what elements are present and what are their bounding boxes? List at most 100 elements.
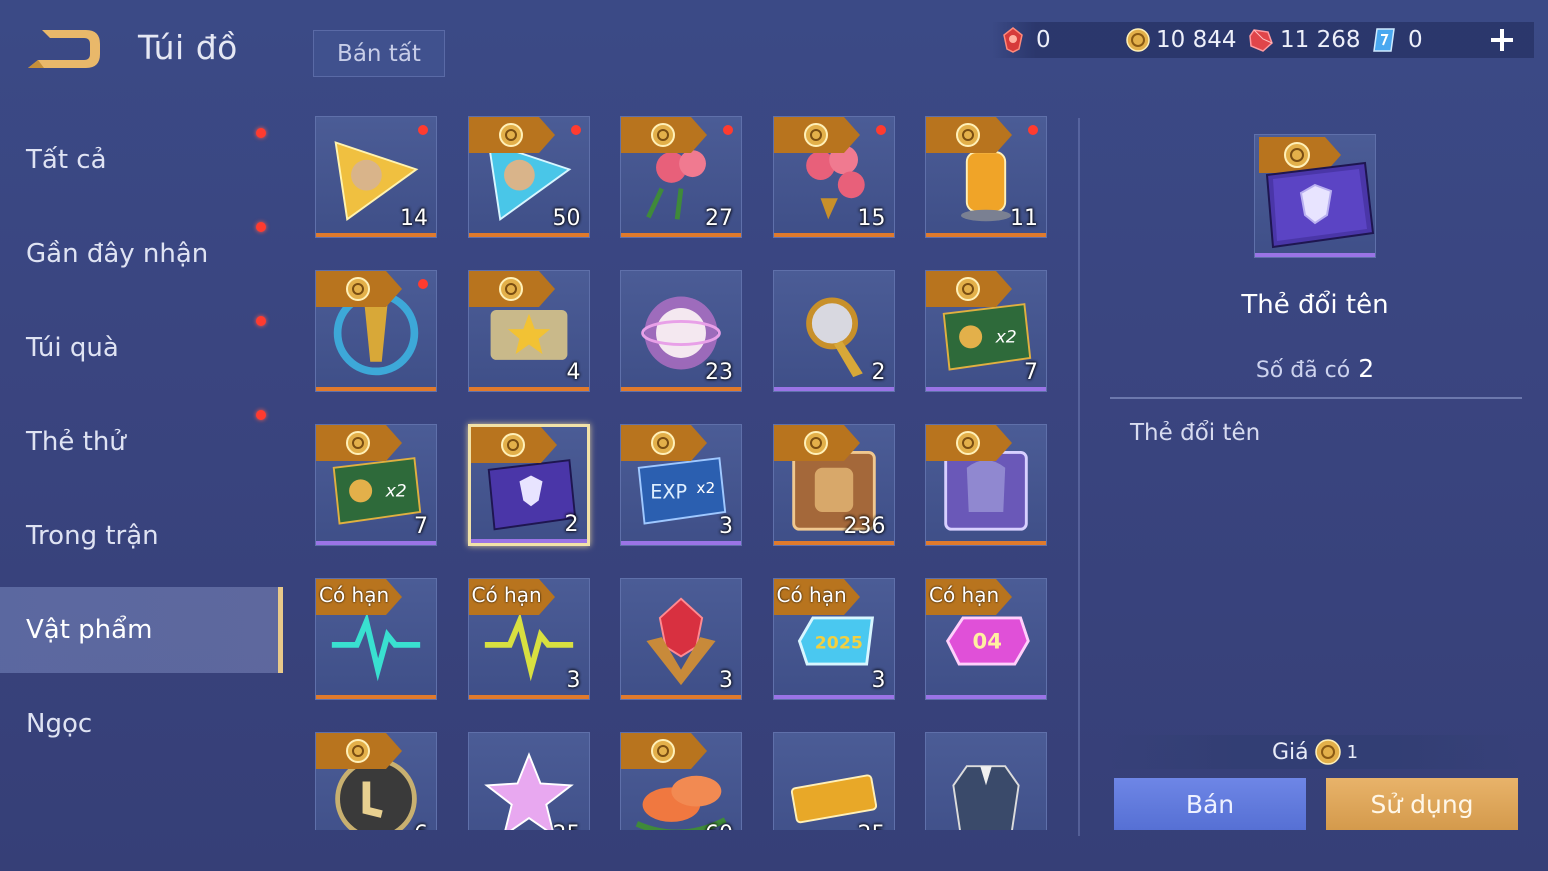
item-name: Thẻ đổi tên [1241,290,1389,320]
limited-badge-label: Có hạn [319,583,390,607]
sidebar-item-gems[interactable]: Ngọc [0,681,283,767]
owned-value: 2 [1358,354,1375,383]
sidebar-item-label: Túi quà [26,333,119,363]
item-count: 3 [719,514,733,539]
rarity-bar [621,695,741,699]
svg-text:x2: x2 [385,482,407,502]
tradeable-coin-badge-icon [926,425,1012,461]
item-slot-rose-bouquet-large[interactable]: 15 [772,116,895,238]
sidebar-item-trial-cards[interactable]: Thẻ thử [0,399,283,485]
tradeable-coin-badge-icon [468,271,555,307]
item-slot-ruby-emblem[interactable]: 3 [620,578,742,700]
item-count: 50 [552,206,581,231]
item-count: 25 [858,822,886,830]
item-slot-2025-badge[interactable]: 2025 Có hạn 3 [772,578,895,700]
owned-count: Số đã có 2 [1110,354,1520,383]
crystal-star-icon [483,752,574,830]
sidebar-item-gift-bag[interactable]: Túi quà [0,305,283,391]
item-slot-helmet-card[interactable] [925,424,1047,546]
tradeable-coin-badge-icon [316,733,402,769]
gold-coin-icon [1126,28,1150,52]
rarity-bar [926,387,1046,391]
add-currency-button[interactable] [1486,22,1518,58]
sidebar-item-all[interactable]: Tất cả [0,117,283,203]
notification-dot [723,125,733,135]
limited-badge-label: Có hạn [929,583,1000,607]
svg-text:EXP: EXP [650,481,687,504]
item-slot-costume-suit[interactable] [925,732,1047,830]
tradeable-coin-badge-icon [316,271,402,307]
sell-all-button[interactable]: Bán tất [313,30,445,77]
item-slot-exp-x2-card[interactable]: EXP x2 3 [620,424,742,546]
item-count: 14 [400,206,428,231]
item-slot-gold-x2-card[interactable]: x2 7 [925,270,1047,392]
item-slot-gold-x2-card[interactable]: x2 7 [315,424,437,546]
item-slot-gold-hero-shard[interactable]: 14 [315,116,437,238]
tradeable-coin-badge-icon [773,425,860,461]
currency-red-crystal-value: 11 268 [1280,27,1361,53]
item-count: 6 [414,822,428,830]
sidebar-item-label: Thẻ thử [26,427,126,457]
item-slot-yellow-pulse[interactable]: Có hạn 3 [467,578,590,700]
rarity-bar [773,387,894,391]
back-arrow-icon [28,30,100,68]
item-slot-gold-trophy-ring[interactable] [315,270,437,392]
use-button[interactable]: Sử dụng [1326,778,1518,830]
tradeable-coin-badge-icon [621,733,707,769]
item-slot-sushi[interactable]: 60 [620,732,742,830]
rename-card-icon [1259,137,1375,249]
rarity-bar [316,695,436,699]
notification-dot [256,410,266,420]
price-value: 1 [1346,741,1359,763]
rarity-bar [621,387,741,391]
notification-dot [256,316,266,326]
svg-text:x2: x2 [696,479,715,497]
item-slot-armor-chest[interactable]: 236 [772,424,895,546]
costume-suit-icon [952,765,1020,830]
item-description: Thẻ đổi tên [1130,420,1261,446]
item-slot-golden-scepter[interactable]: 2 [772,270,895,392]
item-slot-rename-card[interactable]: 2 [467,424,590,546]
tradeable-coin-badge-icon [773,117,860,153]
currency-gold-value: 10 844 [1156,27,1237,53]
notification-dot [256,222,266,232]
sell-button[interactable]: Bán [1114,778,1306,830]
item-slot-blue-hero-shard[interactable]: 50 [467,116,590,238]
item-slot-04-badge[interactable]: 04 Có hạn [925,578,1047,700]
sidebar-item-label: Gần đây nhận [26,239,209,269]
rarity-bar [926,541,1046,545]
ruby-emblem-icon [646,597,716,686]
currency-red-gem: 0 [1002,22,1051,58]
item-slot-crystal-star[interactable]: 25 [467,732,590,830]
limited-badge-label: Có hạn [776,583,847,607]
tradeable-coin-badge-icon [468,117,555,153]
sidebar-item-items[interactable]: Vật phẩm [0,587,283,673]
item-slot-star-ticket[interactable]: 4 [467,270,590,392]
item-slot-tap-check-token[interactable]: 6 [315,732,437,830]
sidebar-item-label: Tất cả [26,145,107,175]
rarity-bar [316,387,436,391]
item-slot-rose-bouquet-small[interactable]: 27 [620,116,742,238]
rarity-bar [1255,253,1375,257]
svg-text:x2: x2 [995,328,1017,348]
blue-voucher-icon [1373,28,1395,52]
item-slot-anniversary-ticket[interactable]: 25 [772,732,895,830]
plus-icon [1491,29,1513,51]
currency-red-crystal: 11 268 [1248,22,1360,58]
item-count: 3 [719,668,733,693]
back-button[interactable] [24,24,106,74]
detail-divider [1110,397,1522,399]
sidebar-item-in-match[interactable]: Trong trận [0,493,283,579]
red-crystal-icon [1249,29,1273,52]
notification-dot [418,279,428,289]
rarity-bar [468,387,589,391]
sidebar-item-recent[interactable]: Gần đây nhận [0,211,283,297]
rarity-bar [621,541,741,545]
item-count: 3 [871,668,886,693]
item-slot-cyan-pulse[interactable]: Có hạn [315,578,437,700]
sidebar-item-label: Vật phẩm [26,615,153,645]
item-slot-pearl-orb[interactable]: 23 [620,270,742,392]
rarity-bar [773,233,894,237]
item-slot-golden-capsule[interactable]: 11 [925,116,1047,238]
category-sidebar: Tất cả Gần đây nhận Túi quà Thẻ thử Tron… [0,110,283,870]
